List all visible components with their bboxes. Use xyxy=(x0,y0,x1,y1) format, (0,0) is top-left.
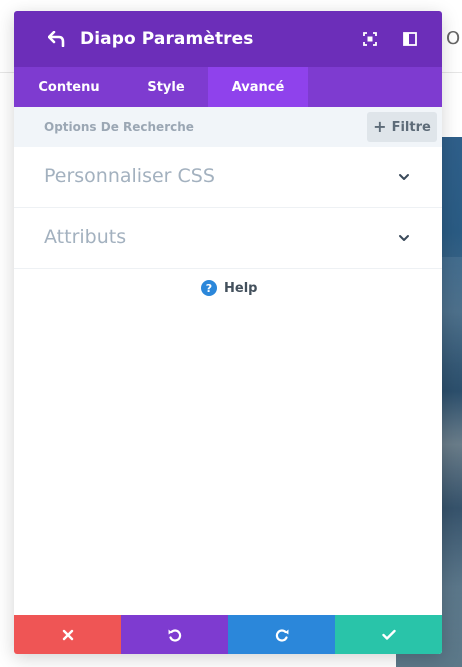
section-label: Personnaliser CSS xyxy=(44,165,215,187)
modal-title: Diapo Paramètres xyxy=(80,29,254,49)
search-input[interactable]: Options De Recherche xyxy=(44,120,194,134)
background-partial-glyph: O xyxy=(446,28,461,49)
search-bar: Options De Recherche + Filtre xyxy=(14,107,442,147)
filter-label: Filtre xyxy=(391,119,431,135)
help-link[interactable]: ? Help xyxy=(201,280,257,296)
tab-avance[interactable]: Avancé xyxy=(208,67,308,107)
back-arrow-icon[interactable] xyxy=(46,28,68,50)
expand-icon[interactable] xyxy=(361,30,379,48)
chevron-down-icon xyxy=(399,235,409,241)
modal-footer xyxy=(14,615,442,654)
tab-bar: Contenu Style Avancé xyxy=(14,67,442,107)
layout-split-icon[interactable] xyxy=(401,30,419,48)
modal-header: Diapo Paramètres xyxy=(14,11,442,67)
section-label: Attributs xyxy=(44,226,127,248)
undo-icon xyxy=(168,628,181,642)
question-circle-icon: ? xyxy=(201,280,217,296)
help-label: Help xyxy=(224,280,258,296)
close-icon xyxy=(62,629,73,640)
redo-icon xyxy=(275,628,288,642)
plus-icon: + xyxy=(373,117,387,136)
cancel-button[interactable] xyxy=(14,615,121,654)
filter-button[interactable]: + Filtre xyxy=(367,112,437,142)
redo-button[interactable] xyxy=(228,615,335,654)
tab-style[interactable]: Style xyxy=(124,67,208,107)
settings-modal: Diapo Paramètres Contenu Style Avancé Op… xyxy=(14,11,442,654)
section-attributs[interactable]: Attributs xyxy=(14,208,442,269)
tab-contenu[interactable]: Contenu xyxy=(14,67,124,107)
chevron-down-icon xyxy=(399,174,409,180)
undo-button[interactable] xyxy=(121,615,228,654)
section-personnaliser-css[interactable]: Personnaliser CSS xyxy=(14,147,442,208)
save-button[interactable] xyxy=(335,615,442,654)
check-icon xyxy=(381,629,396,640)
